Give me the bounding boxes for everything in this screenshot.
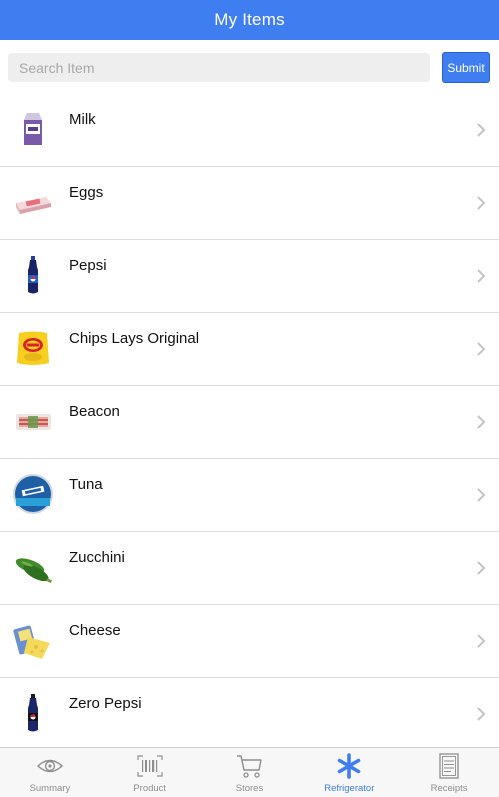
- tab-label: Product: [133, 783, 167, 794]
- soda-bottle-icon: [28, 256, 38, 294]
- tab-bar: Summary Product Stores Refrigerator Rece…: [0, 747, 499, 797]
- chips-bag-icon: [17, 331, 49, 365]
- tab-label: Refrigerator: [324, 783, 375, 794]
- chevron-right-icon: [477, 561, 486, 575]
- tab-receipts[interactable]: Receipts: [399, 748, 499, 797]
- tab-summary[interactable]: Summary: [0, 748, 100, 797]
- chevron-right-icon: [477, 415, 486, 429]
- item-name: Eggs: [69, 184, 104, 201]
- tab-label: Stores: [235, 783, 264, 794]
- chevron-right-icon: [477, 342, 486, 356]
- cart-icon: [237, 755, 263, 778]
- zucchini-icon: [15, 558, 53, 584]
- receipt-icon: [439, 753, 459, 779]
- bacon-pack-icon: [16, 414, 51, 430]
- list-item[interactable]: Tuna: [0, 459, 499, 532]
- items-list: Milk Eggs Pepsi Chips Lays Original Beac…: [0, 94, 499, 751]
- list-item[interactable]: Milk: [0, 94, 499, 167]
- chevron-right-icon: [477, 269, 486, 283]
- search-input[interactable]: [8, 53, 430, 82]
- asterisk-icon: [337, 753, 361, 779]
- cheese-icon: [13, 625, 50, 659]
- tab-label: Summary: [29, 783, 71, 794]
- tuna-can-icon: [13, 474, 53, 514]
- tab-stores[interactable]: Stores: [200, 748, 300, 797]
- eye-icon: [36, 759, 63, 773]
- chevron-right-icon: [477, 634, 486, 648]
- item-name: Milk: [69, 111, 96, 128]
- page-title: My Items: [214, 10, 285, 29]
- chevron-right-icon: [477, 488, 486, 502]
- tab-product[interactable]: Product: [100, 748, 200, 797]
- tab-label: Receipts: [430, 783, 468, 794]
- list-item[interactable]: Pepsi: [0, 240, 499, 313]
- soda-bottle-icon: [28, 694, 38, 732]
- list-item[interactable]: Chips Lays Original: [0, 313, 499, 386]
- list-item[interactable]: Eggs: [0, 167, 499, 240]
- list-item[interactable]: Cheese: [0, 605, 499, 678]
- item-name: Beacon: [69, 403, 120, 420]
- item-name: Pepsi: [69, 257, 107, 274]
- item-name: Zucchini: [69, 549, 125, 566]
- item-name: Chips Lays Original: [69, 330, 200, 347]
- chevron-right-icon: [477, 196, 486, 210]
- item-name: Tuna: [69, 476, 103, 493]
- submit-button[interactable]: Submit: [442, 52, 490, 83]
- list-item[interactable]: Zero Pepsi: [0, 678, 499, 751]
- item-name: Zero Pepsi: [69, 695, 142, 712]
- item-name: Cheese: [69, 622, 121, 639]
- list-item[interactable]: Zucchini: [0, 532, 499, 605]
- egg-carton-icon: [16, 197, 51, 214]
- chevron-right-icon: [477, 123, 486, 137]
- milk-carton-icon: [24, 113, 42, 145]
- app-header: My Items: [0, 0, 499, 40]
- search-bar: Submit: [0, 40, 499, 95]
- chevron-right-icon: [477, 707, 486, 721]
- barcode-icon: [137, 755, 163, 777]
- tab-refrigerator[interactable]: Refrigerator: [299, 748, 399, 797]
- list-item[interactable]: Beacon: [0, 386, 499, 459]
